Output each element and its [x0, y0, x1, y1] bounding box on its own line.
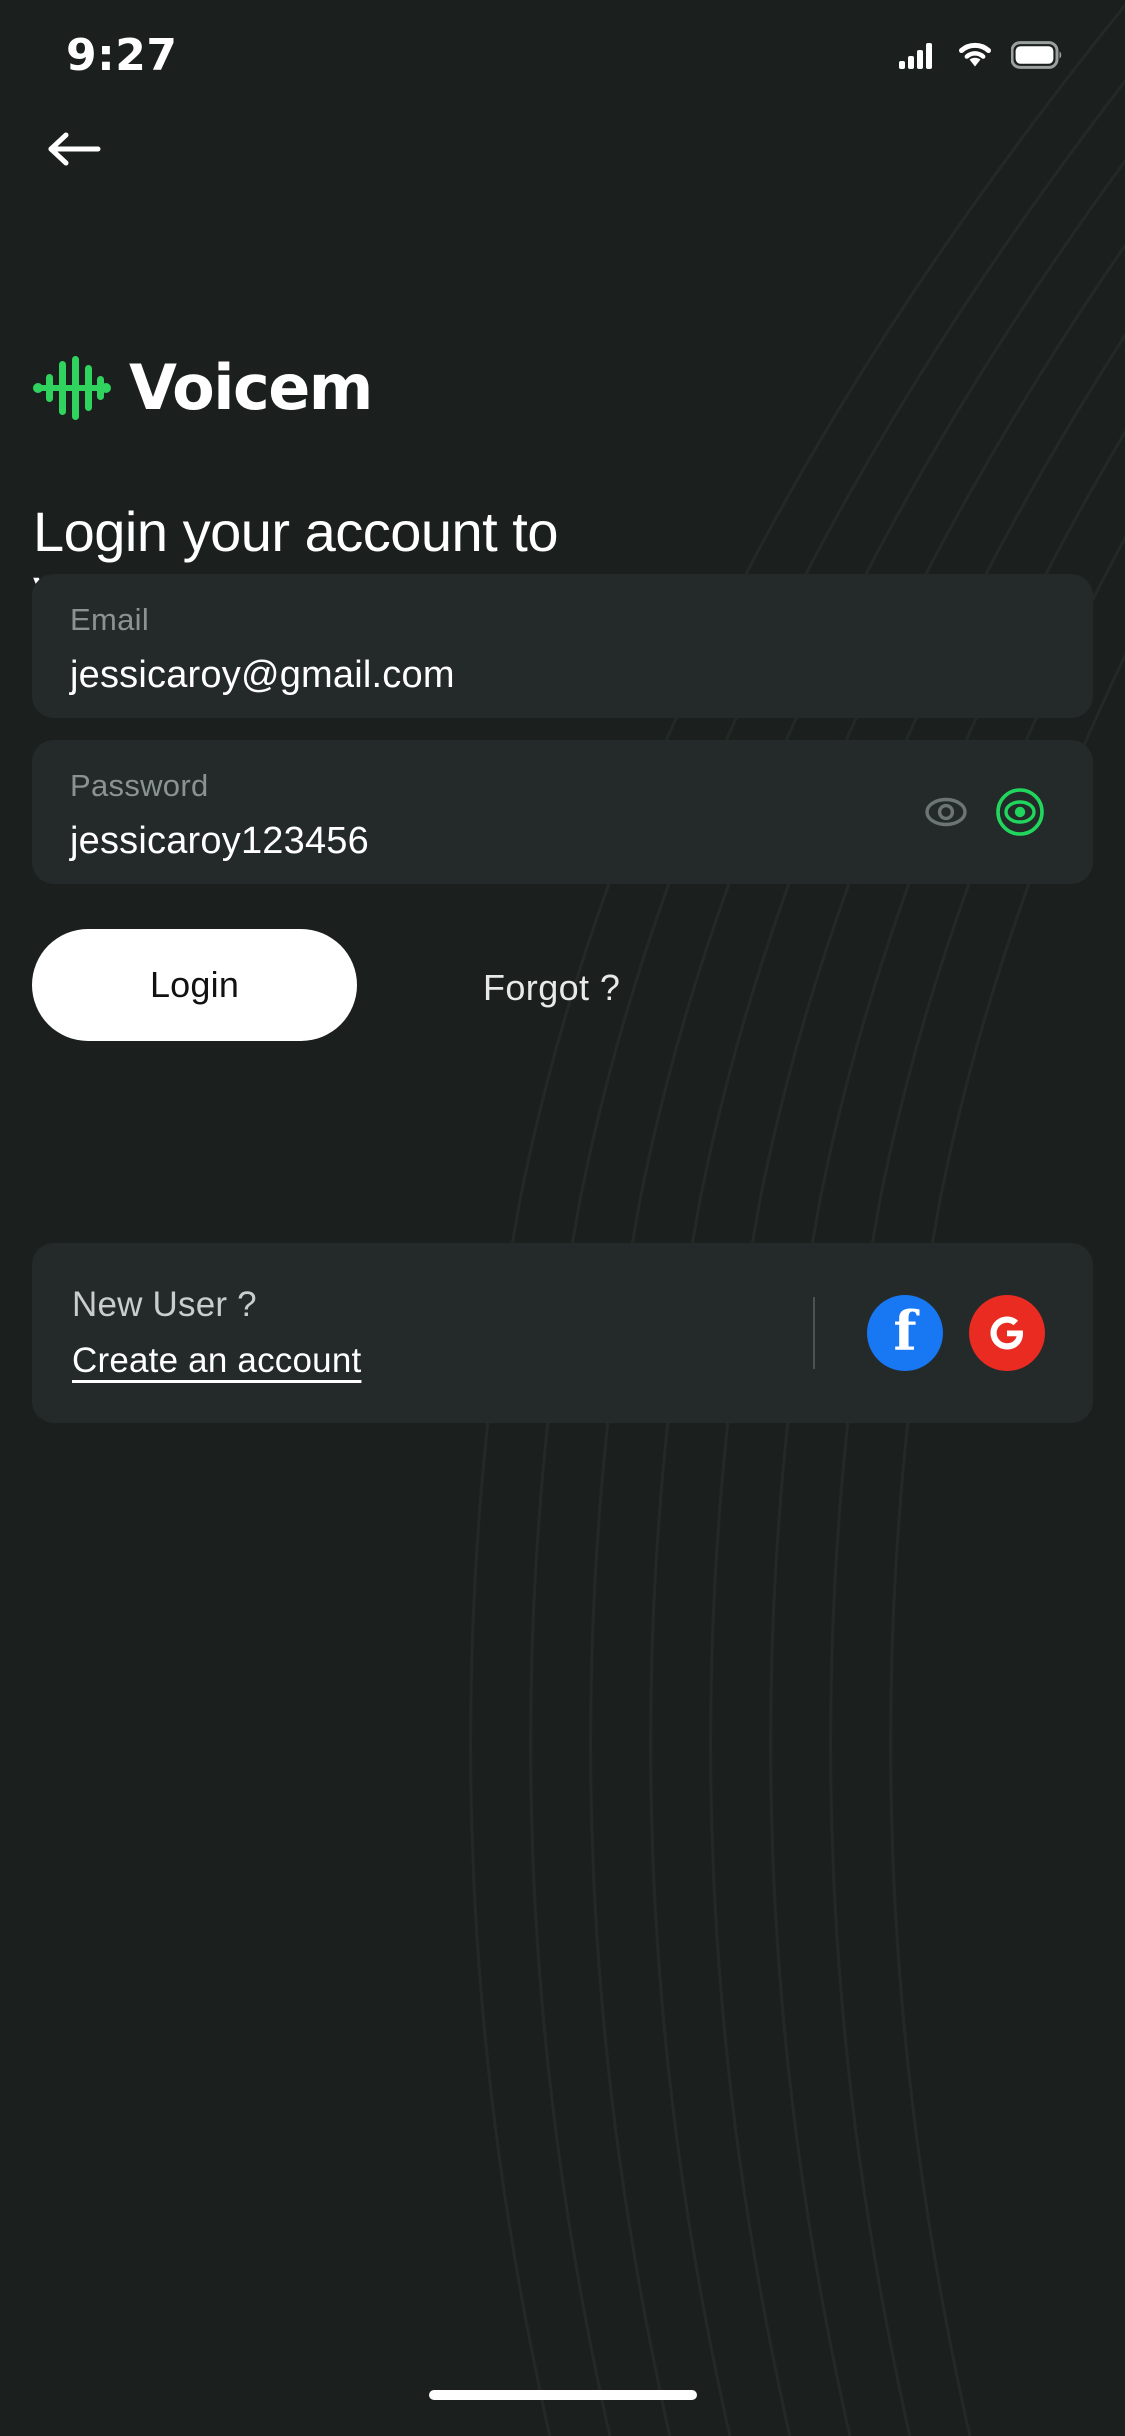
create-account-link[interactable]: Create an account	[72, 1341, 361, 1381]
new-user-label: New User ?	[72, 1285, 257, 1324]
card-divider	[813, 1297, 815, 1369]
eye-on-icon[interactable]	[995, 787, 1045, 837]
email-field-label: Email	[70, 602, 150, 637]
status-bar: 9:27	[0, 0, 1125, 110]
signal-bars-icon	[899, 43, 932, 69]
brand-name: Voicem	[129, 351, 373, 424]
wifi-icon	[959, 42, 991, 67]
forgot-password-link[interactable]: Forgot ?	[483, 967, 620, 1009]
password-input[interactable]: jessicaroy123456	[70, 822, 1055, 860]
login-button[interactable]: Login	[32, 929, 357, 1041]
google-icon	[990, 1316, 1023, 1350]
password-field-label: Password	[70, 768, 209, 803]
email-field[interactable]: Email jessicaroy@gmail.com	[32, 574, 1093, 718]
facebook-login-button[interactable]: f	[867, 1295, 943, 1371]
social-login-group: f	[867, 1295, 1093, 1371]
back-button[interactable]	[32, 112, 116, 186]
back-arrow-icon	[48, 132, 101, 166]
signup-text-group: New User ? Create an account	[32, 1285, 813, 1381]
google-login-button[interactable]	[969, 1295, 1045, 1371]
battery-icon	[1011, 41, 1062, 69]
status-time: 9:27	[66, 29, 178, 81]
email-input[interactable]: jessicaroy@gmail.com	[70, 656, 1055, 694]
eye-off-icon[interactable]	[923, 789, 969, 835]
facebook-icon: f	[893, 1299, 917, 1363]
home-indicator	[428, 2390, 697, 2400]
signup-card: New User ? Create an account f	[32, 1243, 1093, 1423]
password-field[interactable]: Password jessicaroy123456	[32, 740, 1093, 884]
login-screen: 9:27 Voicem Login your account to Email …	[0, 0, 1125, 2436]
status-icons	[899, 41, 1063, 69]
password-visibility-toggles	[923, 787, 1045, 837]
voice-waveform-icon	[33, 356, 111, 420]
brand-logo: Voicem	[33, 351, 373, 424]
